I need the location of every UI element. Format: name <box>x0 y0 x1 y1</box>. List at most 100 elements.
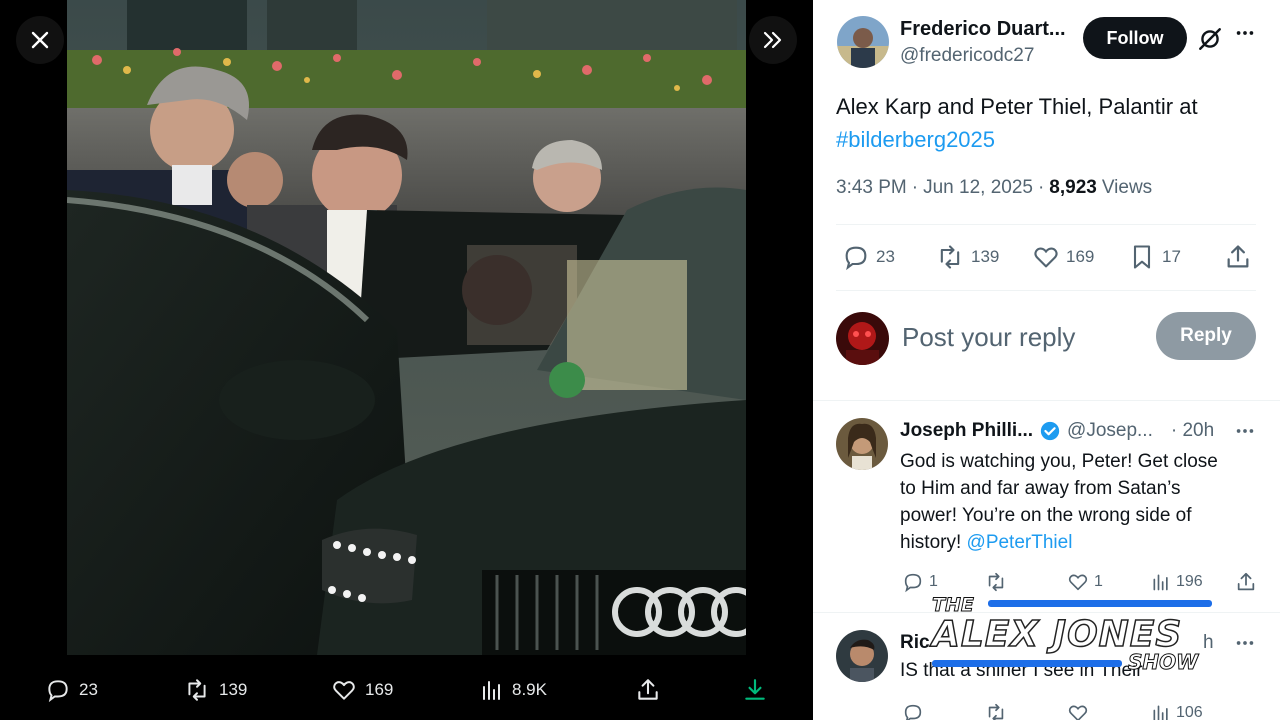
close-button[interactable] <box>16 16 64 64</box>
tweet-date[interactable]: Jun 12, 2025 <box>923 177 1033 199</box>
heart-icon <box>1032 243 1060 271</box>
tweet-photo[interactable] <box>67 0 746 655</box>
like-count: 169 <box>1066 247 1095 266</box>
double-chevron-right-icon <box>762 30 784 50</box>
reply-more-icon[interactable] <box>1234 420 1256 442</box>
repost-icon <box>984 702 1008 720</box>
media-repost-button[interactable]: 139 <box>183 676 247 704</box>
bookmark-count: 17 <box>1162 247 1181 266</box>
divider <box>813 400 1280 401</box>
repost-icon <box>984 571 1008 593</box>
reply-header: Joseph Philli... @Josep... · 20h <box>900 420 1214 442</box>
tweet-detail-pane: Frederico Duart... @fredericodc27 Follow… <box>813 0 1280 720</box>
reply-repost-button[interactable] <box>984 571 1008 593</box>
tweet-text-line: Alex Karp and Peter Thiel, Palantir at <box>836 94 1198 119</box>
hashtag-link[interactable]: #bilderberg2025 <box>836 123 1256 156</box>
share-icon <box>635 677 661 703</box>
user-avatar[interactable] <box>836 312 889 365</box>
repost-icon <box>183 677 211 703</box>
media-reply-count: 23 <box>79 680 98 699</box>
media-reply-button[interactable]: 23 <box>45 676 98 704</box>
reply-age[interactable]: h <box>1203 632 1214 654</box>
reply-button[interactable]: 23 <box>842 243 895 271</box>
bar-chart-icon <box>1151 702 1171 720</box>
reply-text-line: to Him and far away from Satan’s <box>900 478 1181 499</box>
reply-text-line: God is watching you, Peter! Get close <box>900 451 1218 472</box>
bookmark-button[interactable]: 17 <box>1128 243 1181 271</box>
reply-text: God is watching you, Peter! Get close to… <box>900 448 1260 556</box>
author-avatar[interactable] <box>837 16 889 68</box>
divider <box>813 612 1280 613</box>
divider <box>836 224 1256 225</box>
reply-count: 23 <box>876 247 895 266</box>
reply-reply-button[interactable]: 1 <box>902 571 938 593</box>
mention-link[interactable]: @PeterThiel <box>967 532 1073 553</box>
repost-button[interactable]: 139 <box>935 243 999 271</box>
close-icon <box>30 30 50 50</box>
share-button[interactable] <box>1224 243 1252 271</box>
reply-views-button[interactable]: 196 <box>1151 571 1203 593</box>
tweet-meta: 3:43 PM · Jun 12, 2025 · 8,923 Views <box>836 177 1152 199</box>
media-views-button[interactable]: 8.9K <box>480 676 547 704</box>
reply-text-line: history! @PeterThiel <box>900 529 1260 556</box>
reply-repost-button[interactable] <box>984 702 1008 720</box>
heart-icon <box>331 677 357 703</box>
expand-panel-button[interactable] <box>749 16 797 64</box>
reply-like-count: 1 <box>1094 573 1103 590</box>
media-like-count: 169 <box>365 680 394 699</box>
reply-text-fragment: history! <box>900 532 962 553</box>
reply-icon <box>842 243 870 271</box>
reply-share-button[interactable] <box>1235 571 1257 593</box>
reply-like-button[interactable] <box>1067 702 1089 720</box>
meta-separator: · <box>1037 177 1045 198</box>
grok-icon[interactable] <box>1197 26 1223 52</box>
reply-avatar[interactable] <box>836 630 888 682</box>
reply-icon <box>902 702 924 720</box>
media-views-count: 8.9K <box>512 680 547 699</box>
verified-badge-icon <box>1039 420 1061 442</box>
reply-reply-button[interactable] <box>902 702 924 720</box>
reply-text-line: power! You’re on the wrong side of <box>900 505 1192 526</box>
views-label: Views <box>1101 177 1153 198</box>
repost-icon <box>935 243 965 271</box>
download-icon <box>742 677 768 703</box>
heart-icon <box>1067 571 1089 593</box>
share-icon <box>1224 243 1252 271</box>
reply-input[interactable]: Post your reply <box>902 322 1075 353</box>
tweet-text: Alex Karp and Peter Thiel, Palantir at #… <box>836 90 1256 156</box>
author-name[interactable]: Frederico Duart... <box>900 18 1080 41</box>
bookmark-icon <box>1128 243 1156 271</box>
reply-text: IS that a shiner I see in Their <box>900 660 1143 681</box>
media-download-button[interactable] <box>742 676 768 704</box>
author-handle[interactable]: @fredericodc27 <box>900 45 1034 67</box>
tweet-time[interactable]: 3:43 PM <box>836 177 907 199</box>
reply-author-handle[interactable]: @Josep... <box>1067 420 1153 442</box>
media-repost-count: 139 <box>219 680 248 699</box>
more-options-icon[interactable] <box>1234 22 1256 44</box>
reply-views-button[interactable]: 106 <box>1151 702 1203 720</box>
reply-submit-button[interactable]: Reply <box>1156 312 1256 360</box>
views-count: 8,923 <box>1049 177 1097 198</box>
reply-icon <box>45 677 71 703</box>
meta-separator: · <box>911 177 919 198</box>
reply-more-icon[interactable] <box>1234 632 1256 654</box>
follow-button[interactable]: Follow <box>1083 17 1187 59</box>
repost-count: 139 <box>971 247 1000 266</box>
reply-avatar[interactable] <box>836 418 888 470</box>
media-share-button[interactable] <box>635 676 661 704</box>
divider <box>836 290 1256 291</box>
reply-icon <box>902 571 924 593</box>
reply-author-name[interactable]: Joseph Philli... <box>900 420 1033 442</box>
reply-like-button[interactable]: 1 <box>1067 571 1103 593</box>
reply-views-count: 106 <box>1176 704 1203 720</box>
media-viewer: 23 139 169 8.9K <box>0 0 813 720</box>
reply-reply-count: 1 <box>929 573 938 590</box>
like-button[interactable]: 169 <box>1032 243 1094 271</box>
media-action-bar: 23 139 169 8.9K <box>0 664 813 716</box>
bar-chart-icon <box>480 677 504 703</box>
reply-age[interactable]: · 20h <box>1171 420 1214 442</box>
bar-chart-icon <box>1151 571 1171 593</box>
media-like-button[interactable]: 169 <box>331 676 393 704</box>
reply-author-name[interactable]: Ric <box>900 632 930 654</box>
heart-icon <box>1067 702 1089 720</box>
